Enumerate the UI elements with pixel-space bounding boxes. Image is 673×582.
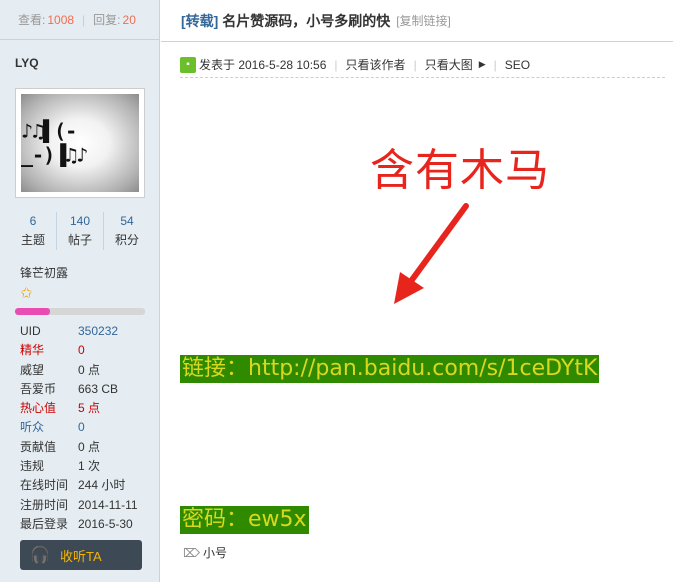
info-value: 5 点 — [78, 401, 101, 416]
count-label: 积分 — [114, 233, 139, 247]
info-key: 热心值 — [20, 401, 57, 416]
info-value: 663 CB — [78, 381, 119, 396]
info-row: 在线时间 244 小时 — [20, 476, 150, 495]
thread-title-bar: [转载] 名片赞源码，小号多刷的快 [复制链接] — [161, 0, 673, 42]
info-row: 精华 0 — [20, 341, 150, 360]
info-value: 0 点 — [78, 439, 101, 454]
tag-icon: ⌦ — [183, 545, 200, 560]
info-row: 威望 0 点 — [20, 361, 150, 380]
thread-title: [转载] 名片赞源码，小号多刷的快 — [181, 11, 390, 31]
info-key: 最后登录 — [20, 516, 69, 531]
download-password: 密码：ew5x — [180, 506, 309, 534]
download-link[interactable]: 链接：http://pan.baidu.com/s/1ceDYtK — [180, 355, 600, 383]
count-threads[interactable]: 6 主题 — [10, 212, 57, 250]
post-tags: ⌦ 小号 — [183, 544, 227, 561]
author-counts: 6 主题 140 帖子 54 积分 — [10, 212, 150, 250]
count-label: 主题 — [20, 233, 45, 247]
info-key: 在线时间 — [20, 478, 69, 493]
tag-link[interactable]: 小号 — [203, 544, 227, 561]
copy-link-button[interactable]: [复制链接] — [396, 12, 451, 29]
follow-label: 收听TA — [60, 548, 102, 564]
info-key: 吾爱币 — [20, 381, 57, 396]
author-info-list: UID 350232 精华 0 威望 0 点吾爱币 663 CB 热心值 5 点听众 0 贡献值 0 … — [20, 322, 150, 534]
info-key: 听众 — [20, 420, 45, 435]
replies-label: 回复: — [93, 13, 121, 27]
count-value: 54 — [120, 214, 134, 228]
views-label: 查看: — [18, 13, 46, 27]
count-value: 6 — [29, 214, 37, 228]
meta-divider: | — [413, 57, 417, 72]
info-key: 注册时间 — [20, 497, 69, 512]
rank-progress-bar — [15, 308, 145, 315]
info-key: 违规 — [20, 459, 45, 474]
info-key: 贡献值 — [20, 439, 57, 454]
info-row: 热心值 5 点 — [20, 399, 150, 418]
author-name[interactable]: LYQ — [15, 56, 39, 70]
only-author-link[interactable]: 只看该作者 — [346, 56, 406, 73]
info-key: 精华 — [20, 343, 45, 358]
info-row: UID 350232 — [20, 322, 150, 341]
info-value: 244 小时 — [78, 478, 126, 493]
info-row: 吾爱币 663 CB — [20, 380, 150, 399]
avatar-frame[interactable]: ♪♫▌(-_-)▐♫♪ — [15, 88, 145, 198]
thread-title-text: 名片赞源码，小号多刷的快 — [218, 12, 391, 29]
info-value: 1 次 — [78, 459, 101, 474]
trojan-warning-text: 含有木马 — [370, 145, 550, 196]
info-value: 0 — [78, 420, 85, 435]
info-value: 2014-11-11 — [78, 497, 138, 512]
info-value: 0 — [78, 343, 85, 358]
views-count: 1008 — [47, 12, 75, 27]
red-arrow-icon — [394, 203, 469, 304]
star-icon: ✩ — [20, 285, 33, 302]
info-key: UID — [20, 324, 41, 338]
count-value: 140 — [69, 214, 91, 228]
seo-link[interactable]: SEO — [505, 58, 530, 72]
info-row: 贡献值 0 点 — [20, 438, 150, 457]
thread-type-tag[interactable]: [转载] — [181, 13, 218, 29]
post-date: 发表于 2016-5-28 10:56 — [199, 58, 327, 72]
replies-count: 20 — [122, 12, 136, 27]
thread-page: 查看: 1008 | 回复: 20 LYQ ♪♫▌(-_-)▐♫♪ 6 主题 1… — [0, 0, 673, 582]
avatar: ♪♫▌(-_-)▐♫♪ — [21, 94, 139, 192]
post-meta: ▪ 发表于 2016-5-28 10:56 | 只看该作者 | 只看大图 ▶ |… — [180, 52, 665, 78]
count-label: 帖子 — [67, 233, 92, 247]
meta-divider: | — [334, 57, 338, 72]
info-value: 2016-5-30 — [78, 516, 133, 531]
info-row: 最后登录 2016-5-30 — [20, 515, 150, 534]
count-posts[interactable]: 140 帖子 — [57, 212, 104, 250]
online-status-icon: ▪ — [180, 56, 196, 73]
info-row: 注册时间 2014-11-11 — [20, 496, 150, 515]
headphones-icon: 🎧 — [30, 547, 50, 564]
thread-stats: 查看: 1008 | 回复: 20 — [0, 0, 159, 40]
user-group[interactable]: 锋芒初露 — [20, 264, 68, 281]
count-points[interactable]: 54 积分 — [104, 212, 150, 250]
stats-divider: | — [82, 12, 86, 27]
info-row: 听众 0 — [20, 418, 150, 437]
big-image-link[interactable]: 只看大图 — [425, 56, 473, 73]
info-key: 威望 — [20, 362, 45, 377]
author-sidebar: 查看: 1008 | 回复: 20 LYQ ♪♫▌(-_-)▐♫♪ 6 主题 1… — [0, 0, 160, 582]
info-value: 350232 — [78, 324, 119, 338]
caret-right-icon[interactable]: ▶ — [479, 59, 486, 70]
info-value: 0 点 — [78, 362, 101, 377]
meta-divider: | — [493, 57, 497, 72]
follow-button[interactable]: 🎧 收听TA — [20, 540, 142, 570]
rank-progress-fill — [15, 308, 51, 315]
info-row: 违规 1 次 — [20, 457, 150, 476]
